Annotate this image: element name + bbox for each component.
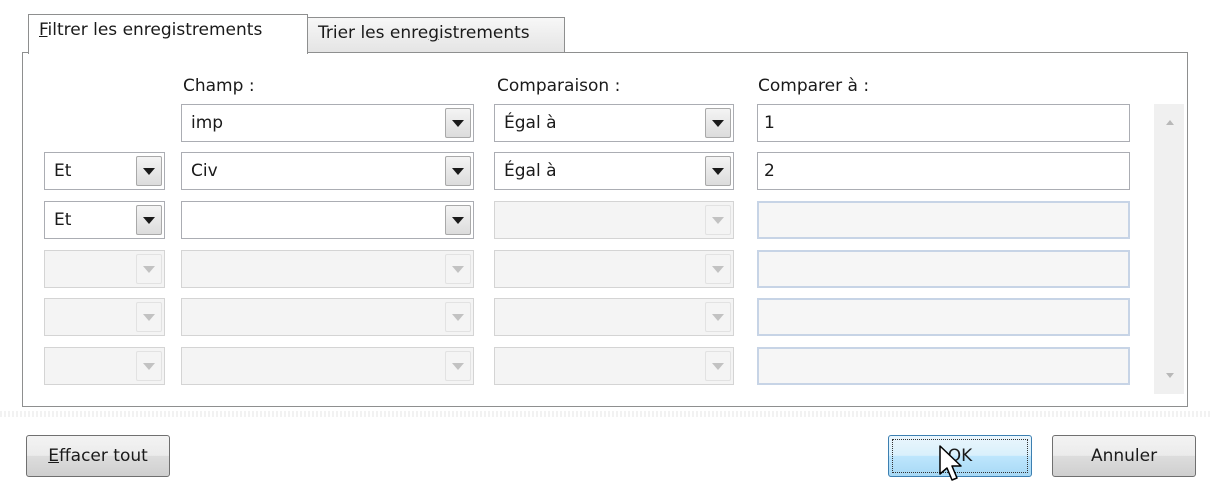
compare-to-value: 1 <box>764 113 775 133</box>
comparison-select-row-5 <box>494 298 734 336</box>
compare-to-value: 2 <box>764 161 775 181</box>
field-select-row-3[interactable] <box>181 201 474 239</box>
comparison-value: Égal à <box>504 161 557 181</box>
chevron-down-icon[interactable] <box>136 156 162 186</box>
field-column-header: Champ : <box>183 76 255 96</box>
chevron-down-icon <box>705 205 731 235</box>
field-select-row-6 <box>181 347 474 385</box>
comparison-column-header: Comparaison : <box>497 76 621 96</box>
field-select-row-5 <box>181 298 474 336</box>
chevron-down-icon <box>136 254 162 284</box>
connector-select-row-5 <box>44 298 165 336</box>
connector-select-row-4 <box>44 250 165 288</box>
chevron-down-icon[interactable] <box>705 108 731 138</box>
dialog-separator <box>0 411 1212 417</box>
comparison-select-row-1[interactable]: Égal à <box>494 104 734 142</box>
compare-to-input-row-1[interactable]: 1 <box>757 104 1130 142</box>
chevron-down-icon <box>705 302 731 332</box>
field-select-row-4 <box>181 250 474 288</box>
compare-to-input-row-4 <box>757 250 1130 288</box>
chevron-down-icon[interactable] <box>445 205 471 235</box>
tab-filter-records[interactable]: Filtrer les enregistrements <box>28 14 308 54</box>
chevron-down-icon <box>445 302 471 332</box>
compare-to-input-row-3 <box>757 201 1130 239</box>
chevron-down-icon <box>445 351 471 381</box>
tab-sort-records[interactable]: Trier les enregistrements <box>307 17 565 53</box>
field-select-row-2[interactable]: Civ <box>181 152 474 190</box>
chevron-down-icon[interactable] <box>705 156 731 186</box>
mouse-pointer-icon <box>939 445 962 481</box>
comparison-select-row-3 <box>494 201 734 239</box>
connector-value: Et <box>54 161 72 181</box>
chevron-down-icon <box>136 351 162 381</box>
scroll-up-arrow-icon[interactable] <box>1166 120 1174 125</box>
comparison-value: Égal à <box>504 113 557 133</box>
chevron-down-icon[interactable] <box>136 205 162 235</box>
connector-select-row-6 <box>44 347 165 385</box>
criteria-scrollbar[interactable] <box>1154 104 1184 394</box>
chevron-down-icon[interactable] <box>445 156 471 186</box>
clear-all-button[interactable]: Effacer tout <box>26 435 170 477</box>
chevron-down-icon <box>705 254 731 284</box>
chevron-down-icon <box>136 302 162 332</box>
chevron-down-icon <box>705 351 731 381</box>
comparison-select-row-4 <box>494 250 734 288</box>
compare-to-input-row-6 <box>757 347 1130 385</box>
tab-filter-records-label: Filtrer les enregistrements <box>39 20 263 40</box>
compare-to-input-row-5 <box>757 298 1130 336</box>
scroll-down-arrow-icon[interactable] <box>1166 373 1174 378</box>
cancel-label: Annuler <box>1090 446 1158 466</box>
chevron-down-icon <box>445 254 471 284</box>
comparison-select-row-6 <box>494 347 734 385</box>
cancel-button[interactable]: Annuler <box>1052 435 1196 477</box>
chevron-down-icon[interactable] <box>445 108 471 138</box>
compare-to-input-row-2[interactable]: 2 <box>757 152 1130 190</box>
connector-select-row-2[interactable]: Et <box>44 152 165 190</box>
connector-select-row-3[interactable]: Et <box>44 201 165 239</box>
compare-to-column-header: Comparer à : <box>758 76 870 96</box>
comparison-select-row-2[interactable]: Égal à <box>494 152 734 190</box>
connector-value: Et <box>54 210 72 230</box>
field-select-row-1[interactable]: imp <box>181 104 474 142</box>
clear-all-label: Effacer tout <box>48 446 148 466</box>
field-value: imp <box>191 113 224 133</box>
tab-sort-records-label: Trier les enregistrements <box>318 23 530 43</box>
field-value: Civ <box>191 161 218 181</box>
